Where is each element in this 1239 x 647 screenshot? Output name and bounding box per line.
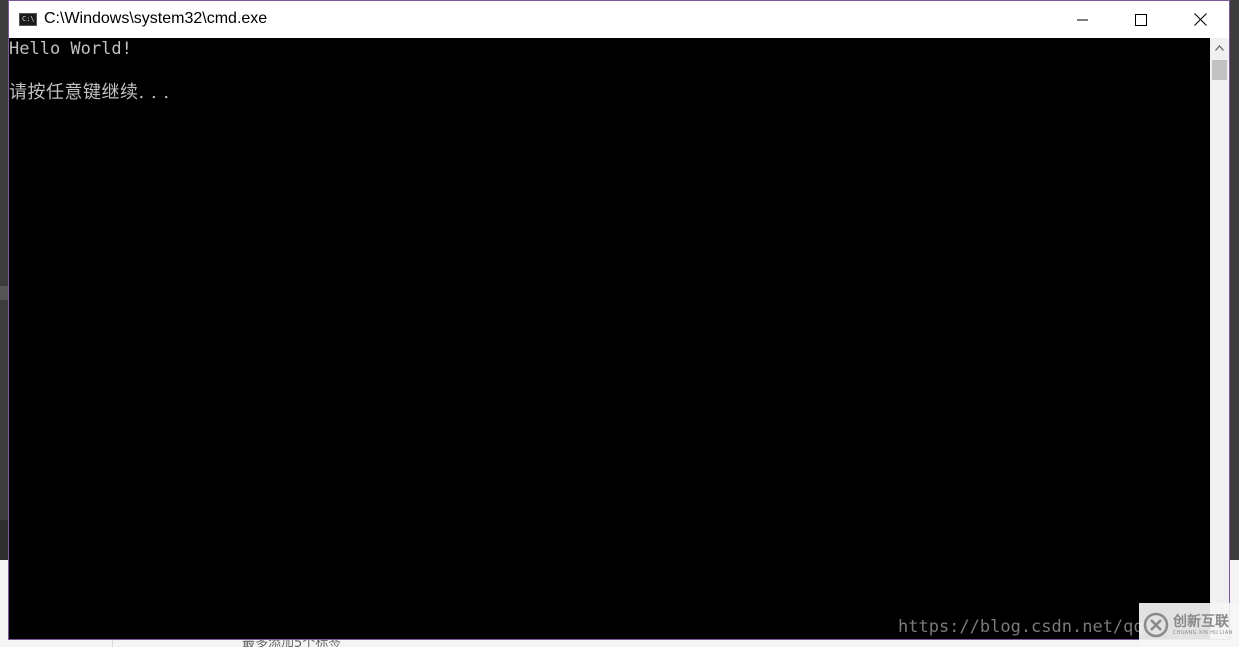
maximize-icon — [1135, 13, 1147, 26]
console-line-hello: Hello World! — [9, 39, 132, 59]
watermark-url: https://blog.csdn.net/qq — [898, 617, 1144, 637]
console-line-press-any-key: 请按任意键继续. . . — [9, 82, 170, 103]
minimize-button[interactable] — [1054, 1, 1112, 38]
vertical-scrollbar[interactable] — [1210, 38, 1229, 639]
chevron-up-icon — [1215, 45, 1224, 51]
background-app-left-edge — [0, 0, 8, 647]
desktop: 最多添加5个标签 C:\ C:\Windows\system32\cmd.exe — [0, 0, 1239, 647]
close-button[interactable] — [1171, 1, 1229, 38]
logo-icon — [1143, 612, 1169, 638]
title-bar[interactable]: C:\ C:\Windows\system32\cmd.exe — [9, 1, 1229, 38]
maximize-button[interactable] — [1112, 1, 1170, 38]
cmd-window[interactable]: C:\ C:\Windows\system32\cmd.exe Hello Wo… — [8, 0, 1230, 640]
scroll-up-button[interactable] — [1210, 38, 1229, 58]
close-icon — [1193, 13, 1207, 26]
scroll-thumb[interactable] — [1212, 60, 1227, 80]
watermark-logo: 创新互联 CHUANG XIN HU LIAN — [1139, 603, 1239, 647]
logo-subtext: CHUANG XIN HU LIAN — [1173, 630, 1233, 636]
window-title: C:\Windows\system32\cmd.exe — [44, 10, 268, 27]
background-app-right-edge — [1230, 0, 1239, 647]
logo-text: 创新互联 — [1173, 614, 1229, 630]
cmd-icon[interactable]: C:\ — [19, 13, 37, 26]
console-output[interactable]: Hello World! 请按任意键继续. . . — [9, 38, 1210, 639]
logo-text-block: 创新互联 CHUANG XIN HU LIAN — [1173, 614, 1233, 636]
minimize-icon — [1077, 19, 1088, 20]
